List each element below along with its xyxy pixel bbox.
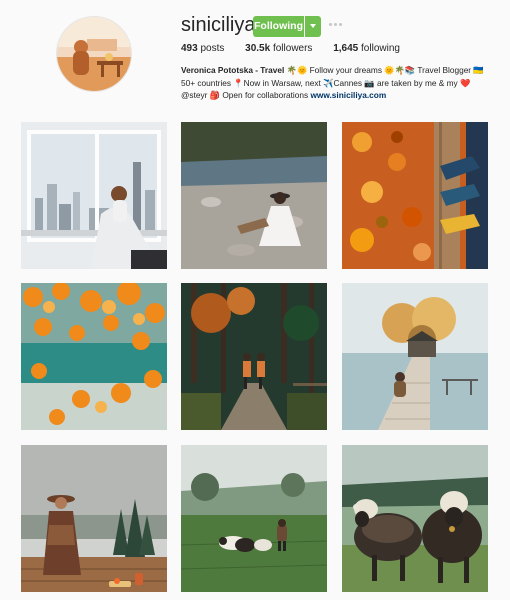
bio-line-3: @steyr 🎒 Open for collaborations www.sin… <box>181 89 501 102</box>
post-thumbnail[interactable] <box>181 283 327 430</box>
more-options-icon[interactable] <box>328 15 344 33</box>
following-count[interactable]: 1,645 following <box>333 43 400 54</box>
profile-avatar[interactable] <box>56 16 132 92</box>
posts-label: posts <box>200 43 225 54</box>
bio-text-2: 50+ countries 📍Now in Warsaw, next ✈️Can… <box>181 77 471 88</box>
profile-stats: 493 posts 30.5k followers 1,645 followin… <box>181 43 418 54</box>
suggested-dropdown-button[interactable] <box>305 16 321 37</box>
bio-full-name: Veronica Pototska - Travel <box>181 65 285 75</box>
following-button[interactable]: Following <box>253 16 304 37</box>
posts-grid <box>21 122 489 592</box>
bio-website-link[interactable]: www.siniciliya.com <box>310 90 386 100</box>
following-number: 1,645 <box>333 43 359 54</box>
bio-text-1: 🌴🌞 Follow your dreams 🌞🌴📚 Travel Blogger… <box>286 65 484 75</box>
posts-number: 493 <box>181 43 198 54</box>
post-thumbnail[interactable] <box>342 445 488 592</box>
bio-handle[interactable]: @steyr <box>181 90 207 100</box>
post-thumbnail[interactable] <box>342 283 488 430</box>
bio-line-1: Veronica Pototska - Travel 🌴🌞 Follow you… <box>181 64 501 77</box>
profile-header: siniciliya Following 493 posts 30.5k fol… <box>0 0 510 110</box>
post-thumbnail[interactable] <box>181 445 327 592</box>
post-thumbnail[interactable] <box>181 122 327 269</box>
profile-bio: Veronica Pototska - Travel 🌴🌞 Follow you… <box>181 64 501 102</box>
bio-text-3: 🎒 Open for collaborations <box>209 90 309 100</box>
post-thumbnail[interactable] <box>21 122 167 269</box>
posts-count: 493 posts <box>181 43 224 54</box>
followers-label: followers <box>272 43 313 54</box>
followers-count[interactable]: 30.5k followers <box>245 43 312 54</box>
post-thumbnail[interactable] <box>21 445 167 592</box>
profile-username: siniciliya <box>181 14 256 36</box>
post-thumbnail[interactable] <box>342 122 488 269</box>
following-label: following <box>361 43 400 54</box>
followers-number: 30.5k <box>245 43 271 54</box>
post-thumbnail[interactable] <box>21 283 167 430</box>
